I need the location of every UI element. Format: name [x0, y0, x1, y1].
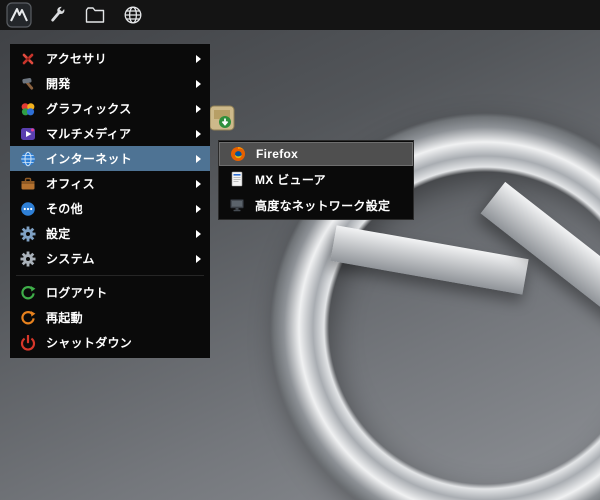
- folder-icon[interactable]: [82, 2, 108, 28]
- mx-start-menu-icon[interactable]: [6, 2, 32, 28]
- menu-item-system[interactable]: システム: [10, 246, 210, 271]
- menu-item-accessories[interactable]: アクセサリ: [10, 46, 210, 71]
- other-icon: [20, 201, 36, 217]
- menu-item-label: システム: [46, 250, 95, 267]
- menu-item-restart[interactable]: 再起動: [10, 305, 210, 330]
- development-icon: [20, 76, 36, 92]
- restart-icon: [20, 310, 36, 326]
- internet-submenu: Firefox MX ビューア 高度なネットワーク設定: [218, 140, 414, 220]
- graphics-icon: [20, 101, 36, 117]
- menu-item-label: アクセサリ: [46, 50, 107, 67]
- submenu-arrow-icon: [196, 255, 201, 263]
- menu-item-label: 設定: [46, 225, 71, 242]
- submenu-item-firefox[interactable]: Firefox: [219, 142, 413, 166]
- menu-item-label: 再起動: [46, 309, 83, 326]
- submenu-arrow-icon: [196, 230, 201, 238]
- system-gear-icon: [20, 251, 36, 267]
- document-viewer-icon: [229, 171, 245, 187]
- submenu-arrow-icon: [196, 155, 201, 163]
- submenu-arrow-icon: [196, 130, 201, 138]
- internet-globe-icon: [20, 151, 36, 167]
- menu-item-shutdown[interactable]: シャットダウン: [10, 330, 210, 355]
- firefox-icon: [230, 146, 246, 162]
- menu-item-label: その他: [46, 200, 83, 217]
- menu-item-internet[interactable]: インターネット: [10, 146, 210, 171]
- multimedia-icon: [20, 126, 36, 142]
- menu-separator: [16, 275, 204, 276]
- menu-item-label: 開発: [46, 75, 71, 92]
- menu-item-label: インターネット: [46, 150, 132, 167]
- menu-item-graphics[interactable]: グラフィックス: [10, 96, 210, 121]
- taskbar: [0, 0, 600, 30]
- menu-item-multimedia[interactable]: マルチメディア: [10, 121, 210, 146]
- submenu-item-label: 高度なネットワーク設定: [255, 197, 390, 214]
- menu-item-label: オフィス: [46, 175, 95, 192]
- logout-icon: [20, 285, 36, 301]
- menu-item-office[interactable]: オフィス: [10, 171, 210, 196]
- menu-item-label: グラフィックス: [46, 100, 132, 117]
- menu-item-other[interactable]: その他: [10, 196, 210, 221]
- shutdown-power-icon: [20, 335, 36, 351]
- globe-icon[interactable]: [120, 2, 146, 28]
- submenu-arrow-icon: [196, 205, 201, 213]
- office-briefcase-icon: [20, 176, 36, 192]
- application-menu: アクセサリ 開発 グラフィックス: [10, 44, 210, 358]
- menu-item-label: ログアウト: [46, 284, 108, 301]
- network-settings-icon: [229, 197, 245, 213]
- menu-item-development[interactable]: 開発: [10, 71, 210, 96]
- submenu-arrow-icon: [196, 105, 201, 113]
- accessories-icon: [20, 51, 36, 67]
- submenu-item-mx-viewer[interactable]: MX ビューア: [219, 166, 413, 192]
- package-installer-icon[interactable]: [209, 105, 235, 131]
- menu-item-settings[interactable]: 設定: [10, 221, 210, 246]
- settings-gear-icon: [20, 226, 36, 242]
- menu-item-logout[interactable]: ログアウト: [10, 280, 210, 305]
- submenu-arrow-icon: [196, 55, 201, 63]
- menu-item-label: マルチメディア: [46, 125, 131, 142]
- submenu-arrow-icon: [196, 80, 201, 88]
- menu-item-label: シャットダウン: [46, 334, 132, 351]
- submenu-item-label: MX ビューア: [255, 171, 326, 188]
- submenu-item-network-settings[interactable]: 高度なネットワーク設定: [219, 192, 413, 218]
- submenu-arrow-icon: [196, 180, 201, 188]
- tools-wrench-icon[interactable]: [44, 2, 70, 28]
- submenu-item-label: Firefox: [256, 147, 298, 161]
